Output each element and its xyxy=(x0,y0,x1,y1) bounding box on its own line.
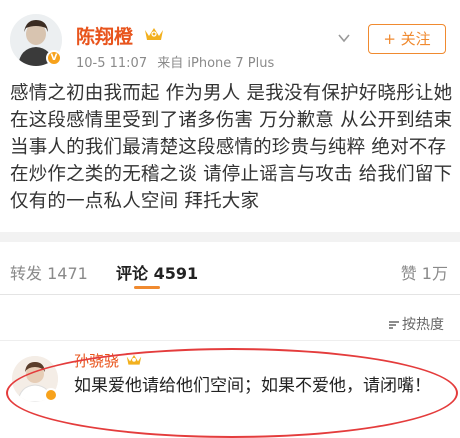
post-username[interactable]: 陈翔橙 xyxy=(76,22,133,49)
post-time: 10-5 11:07 xyxy=(76,56,148,71)
comment-username[interactable]: 孙骁骁 xyxy=(74,350,119,371)
follow-button[interactable]: + 关注 xyxy=(368,24,446,54)
post-meta: 10-5 11:07 来自 iPhone 7 Plus xyxy=(76,52,280,71)
chevron-down-icon[interactable] xyxy=(338,32,350,44)
active-tab-indicator xyxy=(134,286,160,289)
comment-item: 孙骁骁 如果爱他请给他们空间；如果不爱他，请闭嘴！ xyxy=(0,344,460,420)
verified-badge-icon: V xyxy=(46,50,62,66)
tab-repost[interactable]: 转发 1471 xyxy=(10,260,88,284)
verified-badge-icon xyxy=(44,388,58,402)
post-source: 来自 iPhone 7 Plus xyxy=(157,56,275,71)
comment-divider xyxy=(0,340,460,341)
section-divider xyxy=(0,232,460,242)
post-action-tabs: 转发 1471 评论 4591 赞 1万 xyxy=(0,250,460,290)
sort-icon xyxy=(389,321,399,329)
tab-comment[interactable]: 评论 4591 xyxy=(116,260,198,284)
sort-by-hot-button[interactable]: 按热度 xyxy=(388,314,444,334)
tabs-divider xyxy=(0,294,460,295)
tab-like[interactable]: 赞 1万 xyxy=(401,260,448,284)
post-header: V 陈翔橙 10-5 11:07 来自 iPhone 7 Plus + 关注 xyxy=(0,0,460,76)
sort-label: 按热度 xyxy=(402,317,444,333)
crown-icon xyxy=(126,355,142,365)
comment-text: 如果爱他请给他们空间；如果不爱他，请闭嘴！ xyxy=(74,376,431,396)
crown-icon xyxy=(145,28,163,40)
post-body-text: 感情之初由我而起 作为男人 是我没有保护好晓彤让她在这段感情里受到了诸多伤害 万… xyxy=(10,83,453,212)
